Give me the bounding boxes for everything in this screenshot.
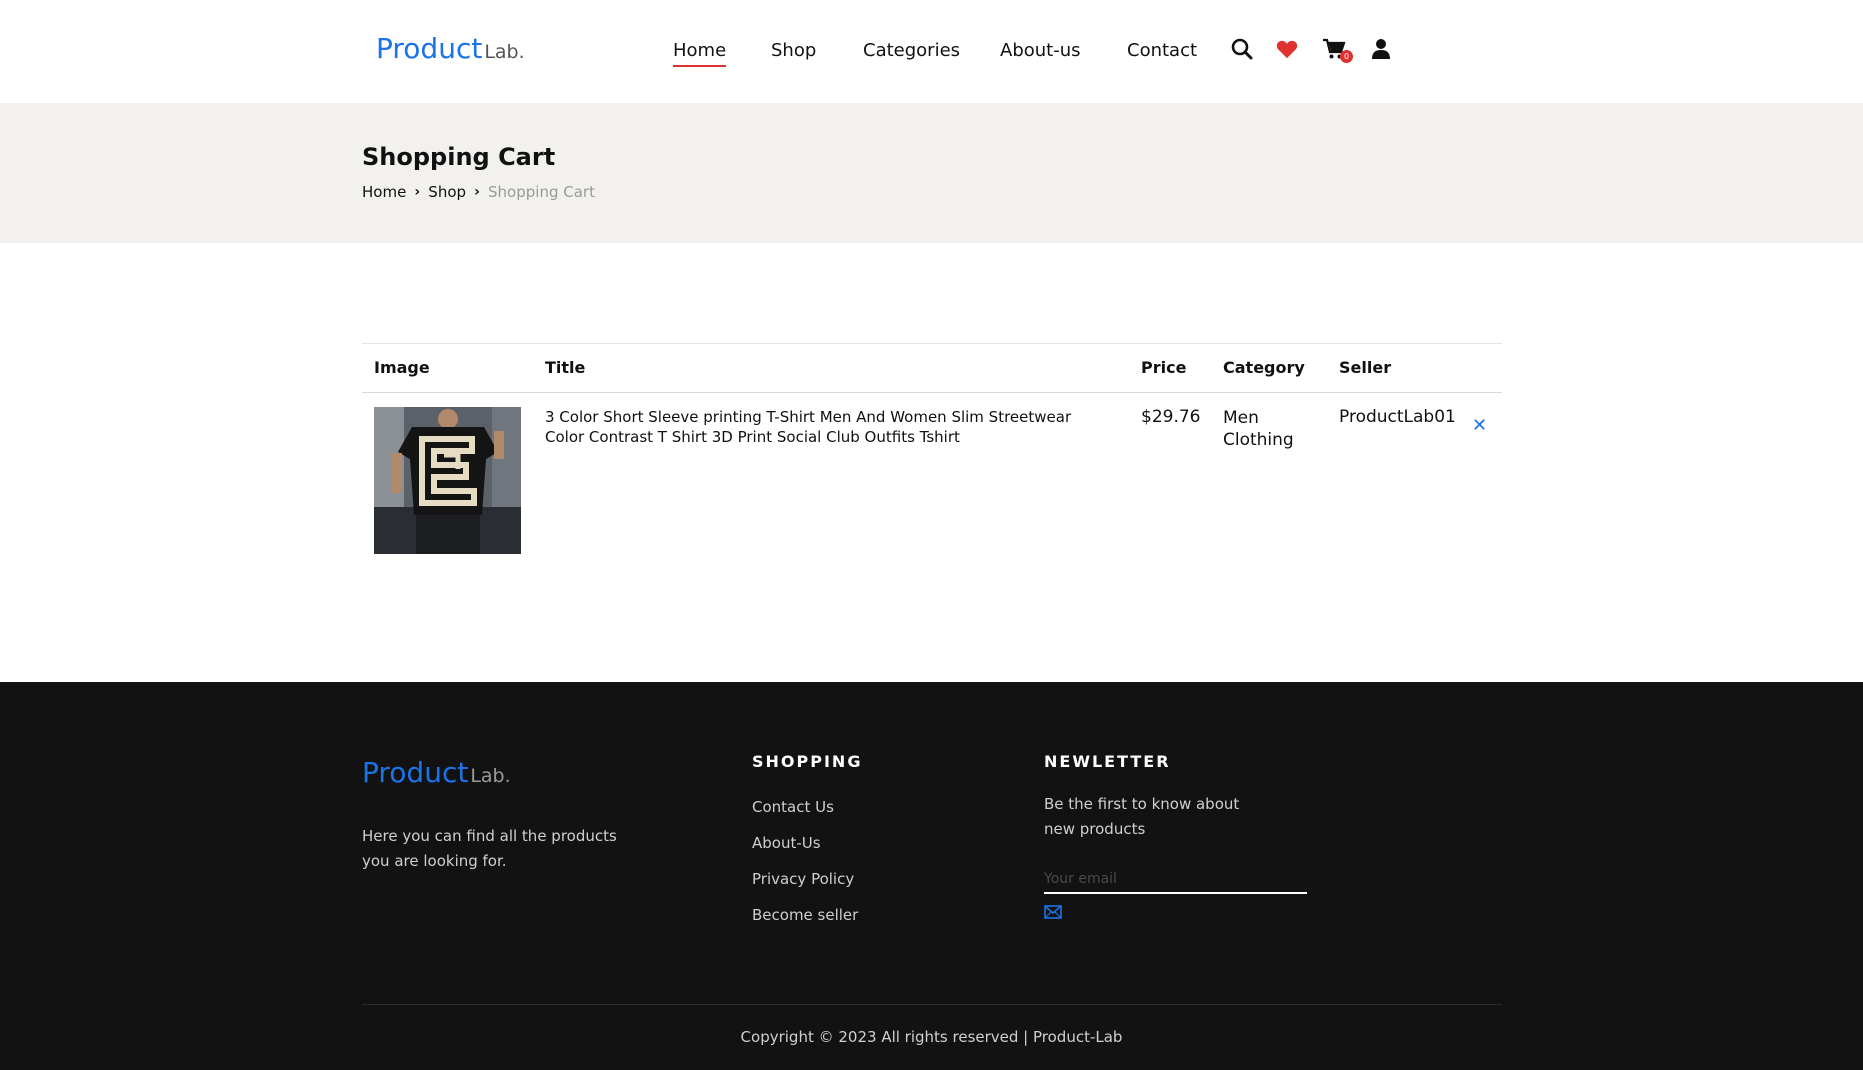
nav-shop[interactable]: Shop [771,40,816,61]
newsletter-email-input[interactable] [1044,866,1307,894]
newsletter-text: Be the first to know about new products [1044,795,1240,838]
breadcrumb-home[interactable]: Home [362,183,406,201]
breadcrumb-current: Shopping Cart [488,183,595,201]
product-price: $29.76 [1141,407,1201,427]
product-category: Men Clothing [1223,408,1294,450]
product-image[interactable] [374,407,521,554]
footer-logo[interactable]: Product Lab. [362,756,511,789]
nav-contact[interactable]: Contact [1127,40,1197,61]
breadcrumb: Home › Shop › Shopping Cart [362,183,595,201]
cart-table: Image Title Price Category Seller 3 Colo… [362,343,1502,563]
nav-home[interactable]: Home [673,40,727,67]
nav-about-us[interactable]: About-us [1000,40,1081,61]
newsletter-heading: NEWLETTER [1044,752,1171,771]
shopping-heading: SHOPPING [752,752,863,771]
table-row: 3 Color Short Sleeve printing T-Shirt Me… [362,393,1502,563]
page-title: Shopping Cart [362,143,556,171]
logo-main-text: Product [376,32,483,65]
heart-icon[interactable] [1274,36,1300,62]
footer-link-contact-us[interactable]: Contact Us [752,798,858,834]
chevron-right-icon: › [414,184,421,200]
shopping-links: Contact Us About-Us Privacy Policy Becom… [752,798,858,942]
product-seller: ProductLab01 [1339,407,1456,427]
footer-link-privacy-policy[interactable]: Privacy Policy [752,870,858,906]
column-image: Image [374,358,430,377]
page-banner: Shopping Cart Home › Shop › Shopping Car… [0,103,1863,243]
product-title[interactable]: 3 Color Short Sleeve printing T-Shirt Me… [545,407,1115,447]
column-price: Price [1141,358,1187,377]
envelope-icon[interactable] [1044,904,1062,920]
copyright-text: Copyright © 2023 All rights reserved | P… [740,1028,1123,1046]
close-icon[interactable]: ✕ [1472,415,1487,436]
site-logo[interactable]: Product Lab. [376,32,525,65]
footer-logo-main: Product [362,756,469,789]
footer-link-become-seller[interactable]: Become seller [752,906,858,942]
site-footer: Product Lab. Here you can find all the pr… [0,682,1863,1070]
cart-count-badge: 0 [1340,50,1353,63]
column-seller: Seller [1339,358,1392,377]
footer-description: Here you can find all the products you a… [362,827,617,870]
logo-sub-text: Lab. [484,41,525,63]
nav-categories[interactable]: Categories [863,40,960,61]
user-icon[interactable] [1368,36,1394,62]
chevron-right-icon: › [474,184,480,200]
footer-link-about-us[interactable]: About-Us [752,834,858,870]
search-icon[interactable] [1229,36,1255,62]
column-title: Title [545,358,586,377]
table-header: Image Title Price Category Seller [362,343,1502,393]
breadcrumb-shop[interactable]: Shop [428,183,466,201]
column-category: Category [1223,358,1305,377]
site-header: Product Lab. Home Shop Categories About-u… [0,0,1863,103]
footer-divider [362,1004,1502,1005]
footer-logo-sub: Lab. [470,765,511,787]
